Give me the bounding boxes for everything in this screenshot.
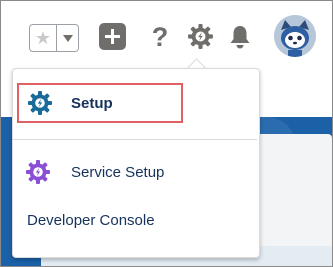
star-icon[interactable]: ★ [30, 25, 56, 51]
menu-item-service-setup[interactable]: Service Setup [25, 159, 164, 185]
global-header-toolbar: ★ ? [1, 1, 332, 73]
menu-item-setup[interactable]: Setup [17, 83, 183, 123]
gear-bolt-icon [25, 159, 51, 185]
menu-item-developer-console-label: Developer Console [27, 212, 155, 229]
favorites-button-group: ★ [29, 24, 79, 52]
menu-divider [13, 139, 257, 140]
plus-icon[interactable] [99, 23, 126, 50]
bell-icon[interactable] [228, 24, 252, 50]
astro-avatar[interactable] [274, 15, 316, 57]
menu-item-developer-console[interactable]: Developer Console [27, 212, 155, 229]
gear-bolt-icon [27, 90, 53, 116]
gear-icon[interactable] [187, 23, 214, 50]
help-icon[interactable]: ? [147, 22, 173, 52]
screenshot-frame: ★ ? Setup Service Setup Developer Consol… [0, 0, 333, 267]
caret-down-icon[interactable] [56, 25, 78, 51]
menu-item-service-setup-label: Service Setup [71, 163, 165, 181]
menu-item-setup-label: Setup [71, 94, 113, 112]
